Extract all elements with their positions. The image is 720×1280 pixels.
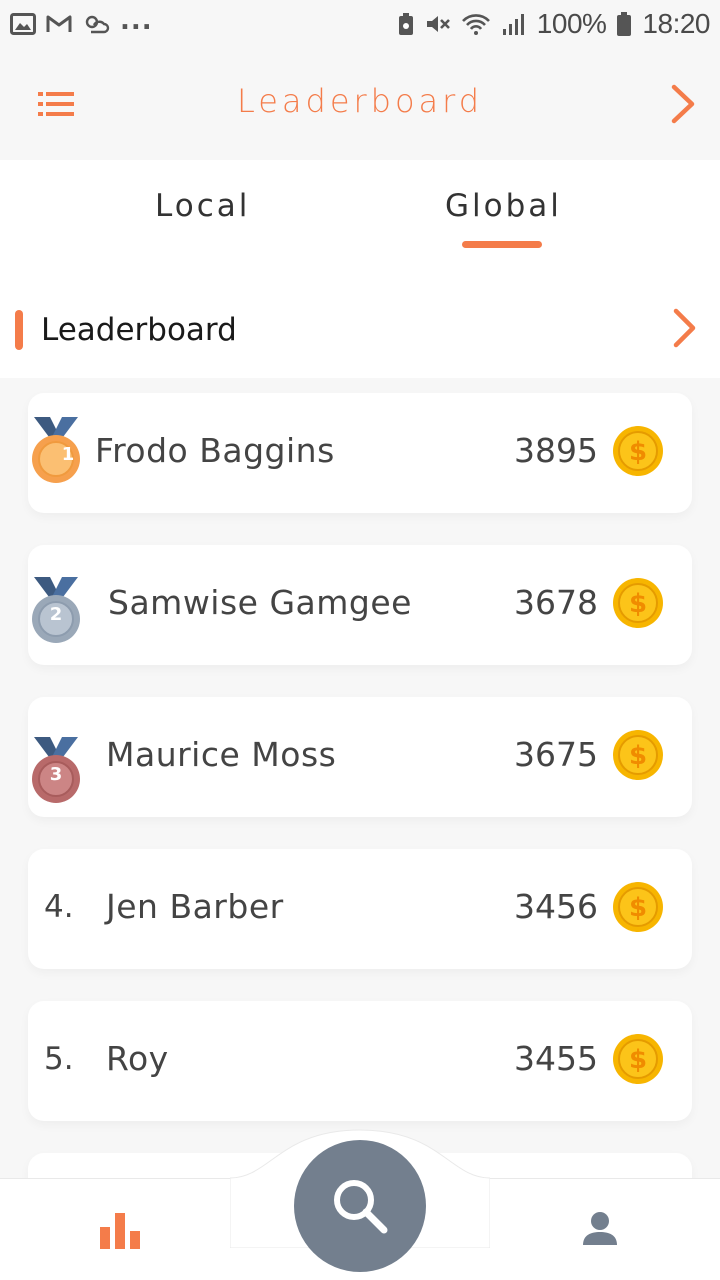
active-tab-indicator	[462, 241, 542, 248]
leaderboard-row[interactable]: 1 Frodo Baggins 3895 $	[28, 393, 692, 513]
user-icon	[583, 1212, 617, 1245]
app-title: Leaderboard	[236, 82, 484, 120]
section-next-button[interactable]	[670, 308, 698, 348]
player-name: Maurice Moss	[106, 735, 337, 774]
player-name: Samwise Gamgee	[108, 583, 412, 622]
clock: 18:20	[642, 8, 710, 39]
medal-rank-number: 3	[49, 764, 63, 785]
status-bar: ... 100% 18:20	[0, 0, 720, 48]
rank-number: 5.	[44, 1041, 74, 1077]
player-score: 3895	[514, 431, 598, 470]
chevron-right-icon	[671, 84, 695, 124]
nav-leaderboard-button[interactable]	[98, 1211, 142, 1249]
player-name: Jen Barber	[106, 887, 284, 926]
status-left: ...	[10, 6, 153, 36]
battery-icon	[616, 11, 632, 37]
wifi-icon	[461, 12, 491, 36]
svg-text:$: $	[629, 589, 647, 619]
tab-global[interactable]: Global	[445, 188, 562, 224]
tab-bar: Local Global	[0, 160, 720, 260]
player-name: Roy	[106, 1039, 169, 1078]
coin-icon: $	[613, 426, 663, 476]
mute-icon	[425, 12, 451, 36]
app-next-button[interactable]	[668, 84, 698, 124]
player-score: 3455	[514, 1039, 598, 1078]
coin-icon: $	[613, 578, 663, 628]
app-bar: Leaderboard	[0, 48, 720, 160]
player-score: 3675	[514, 735, 598, 774]
weather-notification-icon	[82, 13, 110, 35]
section-title: Leaderboard	[41, 312, 237, 348]
cell-signal-icon	[501, 12, 527, 36]
tab-local[interactable]: Local	[155, 188, 250, 224]
leaderboard-row[interactable]: 4. Jen Barber 3456 $	[28, 849, 692, 969]
player-score: 3456	[514, 887, 598, 926]
coin-icon: $	[613, 1034, 663, 1084]
svg-text:$: $	[629, 893, 647, 923]
rank-number: 4.	[44, 889, 74, 925]
svg-text:$: $	[629, 437, 647, 467]
battery-saver-icon	[397, 12, 415, 36]
coin-icon: $	[613, 730, 663, 780]
gmail-notification-icon	[46, 14, 72, 34]
svg-text:$: $	[629, 1045, 647, 1075]
nav-profile-button[interactable]	[582, 1211, 618, 1247]
leaderboard-row[interactable]: 2 Samwise Gamgee 3678 $	[28, 545, 692, 665]
leaderboard-row[interactable]: 3 Maurice Moss 3675 $	[28, 697, 692, 817]
section-header: Leaderboard	[0, 260, 720, 378]
coin-icon: $	[613, 882, 663, 932]
battery-percentage: 100%	[536, 8, 607, 39]
search-button[interactable]	[294, 1140, 426, 1272]
medal-rank-number: 2	[49, 604, 63, 625]
medal-rank-number: 1	[61, 444, 75, 465]
image-notification-icon	[10, 13, 36, 35]
section-accent-bar	[15, 310, 23, 350]
bar-chart-icon	[100, 1213, 140, 1249]
player-name: Frodo Baggins	[95, 431, 335, 470]
chevron-right-icon	[673, 308, 696, 348]
more-notifications: ...	[120, 6, 153, 36]
status-right: 100% 18:20	[397, 8, 710, 40]
player-score: 3678	[514, 583, 598, 622]
screen: ... 100% 18:20 Leaderboard Local Global …	[0, 0, 720, 1280]
svg-text:$: $	[629, 741, 647, 771]
search-icon	[334, 1180, 388, 1234]
leaderboard-row[interactable]: 5. Roy 3455 $	[28, 1001, 692, 1121]
